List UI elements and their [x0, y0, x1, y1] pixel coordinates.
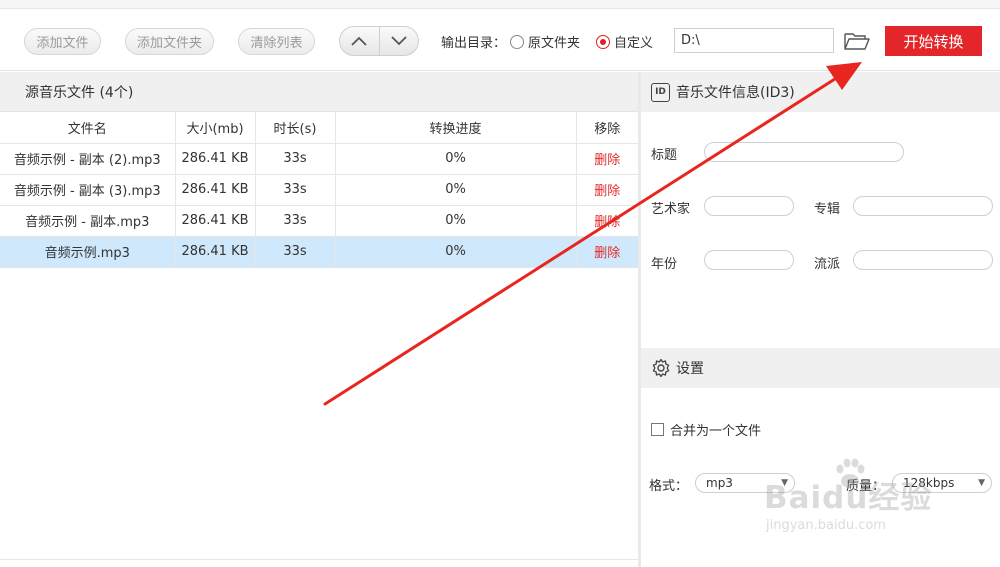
artist-field[interactable]	[704, 196, 794, 216]
format-label: 格式：	[649, 479, 689, 494]
panel-footer-line	[0, 559, 638, 567]
add-folder-button[interactable]: 添加文件夹	[125, 28, 214, 55]
title-label: 标题	[651, 148, 678, 163]
start-convert-button[interactable]: 开始转换	[885, 26, 982, 56]
cell-size: 286.41 KB	[175, 236, 256, 268]
year-field[interactable]	[704, 250, 794, 270]
file-table: 文件名 大小(mb) 时长(s) 转换进度 移除 音频示例 - 副本 (2).m…	[0, 112, 638, 268]
title-field[interactable]	[704, 142, 904, 162]
gear-icon	[652, 358, 670, 378]
id3-title: 音乐文件信息(ID3)	[676, 85, 795, 101]
browse-folder-button[interactable]	[842, 30, 872, 52]
add-file-button[interactable]: 添加文件	[24, 28, 101, 55]
file-list-panel: 源音乐文件 (4个) 文件名 大小(mb) 时长(s) 转换进度 移除 音频示例…	[0, 72, 638, 567]
settings-title: 设置	[676, 361, 704, 377]
chevron-down-icon: ▼	[978, 478, 985, 488]
cell-filename: 音频示例 - 副本 (3).mp3	[0, 174, 176, 206]
table-row[interactable]: 音频示例 - 副本 (2).mp3 286.41 KB 33s 0% 删除	[0, 143, 638, 175]
format-value: mp3	[706, 476, 733, 490]
delete-link[interactable]: 删除	[576, 174, 638, 206]
clear-list-button[interactable]: 清除列表	[238, 28, 315, 55]
cell-duration: 33s	[255, 174, 336, 206]
move-buttons	[339, 26, 419, 56]
settings-header: 设置	[641, 348, 1000, 388]
window-top-strip	[0, 0, 1000, 9]
chevron-up-icon	[351, 36, 367, 46]
album-label: 专辑	[814, 202, 841, 217]
checkbox-box	[651, 423, 664, 436]
artist-label: 艺术家	[651, 202, 691, 217]
radio-custom-label: 自定义	[614, 36, 654, 51]
cell-duration: 33s	[255, 205, 336, 237]
genre-label: 流派	[814, 257, 841, 272]
merge-checkbox[interactable]: 合并为一个文件	[651, 420, 761, 439]
table-header-row: 文件名 大小(mb) 时长(s) 转换进度 移除	[0, 112, 638, 144]
delete-link[interactable]: 删除	[576, 143, 638, 175]
table-row[interactable]: 音频示例 - 副本.mp3 286.41 KB 33s 0% 删除	[0, 205, 638, 237]
cell-size: 286.41 KB	[175, 143, 256, 175]
file-list-title: 源音乐文件 (4个)	[0, 72, 638, 112]
output-dir-label: 输出目录：	[441, 36, 507, 51]
merge-label: 合并为一个文件	[670, 424, 762, 439]
output-path-input[interactable]	[674, 28, 834, 53]
id3-header: ID 音乐文件信息(ID3)	[641, 72, 1000, 112]
move-down-button[interactable]	[378, 27, 419, 55]
radio-dot-selected	[596, 34, 610, 49]
column-header-size[interactable]: 大小(mb)	[175, 112, 256, 144]
cell-progress: 0%	[335, 205, 577, 237]
cell-duration: 33s	[255, 236, 336, 268]
baidu-watermark: Baidu经验 jingyan.baidu.com	[760, 458, 960, 548]
cell-filename: 音频示例.mp3	[0, 236, 176, 268]
toolbar: 添加文件 添加文件夹 清除列表 输出目录： 原文件夹 自定义 开始转换	[0, 0, 1000, 71]
album-field[interactable]	[853, 196, 993, 216]
cell-progress: 0%	[335, 143, 577, 175]
cell-size: 286.41 KB	[175, 205, 256, 237]
radio-original-folder[interactable]: 原文件夹	[510, 32, 580, 51]
move-up-button[interactable]	[340, 27, 379, 55]
radio-original-label: 原文件夹	[528, 36, 581, 51]
radio-custom-folder[interactable]: 自定义	[596, 32, 653, 51]
cell-duration: 33s	[255, 143, 336, 175]
chevron-down-icon	[391, 36, 407, 46]
delete-link[interactable]: 删除	[576, 236, 638, 268]
column-header-remove[interactable]: 移除	[576, 112, 638, 144]
table-row-selected[interactable]: 音频示例.mp3 286.41 KB 33s 0% 删除	[0, 236, 638, 268]
cell-filename: 音频示例 - 副本.mp3	[0, 205, 176, 237]
radio-dot	[510, 34, 524, 49]
delete-link[interactable]: 删除	[576, 205, 638, 237]
cell-progress: 0%	[335, 174, 577, 206]
column-header-duration[interactable]: 时长(s)	[255, 112, 336, 144]
folder-open-icon	[844, 33, 870, 50]
column-header-filename[interactable]: 文件名	[0, 112, 176, 144]
year-label: 年份	[651, 257, 678, 272]
cell-filename: 音频示例 - 副本 (2).mp3	[0, 143, 176, 175]
column-header-progress[interactable]: 转换进度	[335, 112, 577, 144]
cell-progress: 0%	[335, 236, 577, 268]
genre-field[interactable]	[853, 250, 993, 270]
table-row[interactable]: 音频示例 - 副本 (3).mp3 286.41 KB 33s 0% 删除	[0, 174, 638, 206]
watermark-brand: Baidu经验	[764, 480, 933, 516]
id3-icon: ID	[651, 82, 670, 102]
cell-size: 286.41 KB	[175, 174, 256, 206]
watermark-url: jingyan.baidu.com	[766, 518, 886, 533]
